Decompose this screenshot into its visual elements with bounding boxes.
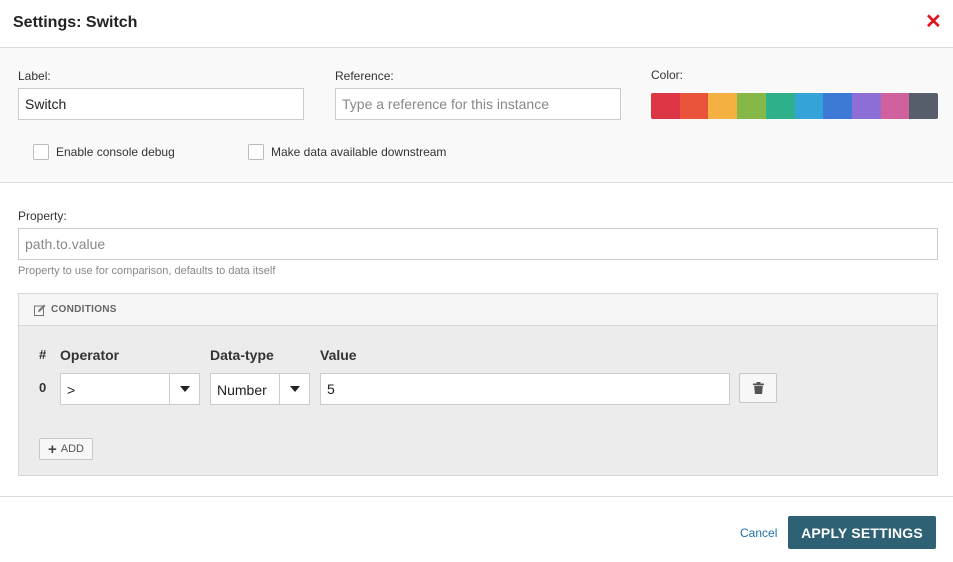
color-swatch-red[interactable] (651, 93, 680, 119)
operator-chevron-down-icon (169, 374, 199, 404)
delete-condition-button[interactable] (739, 373, 777, 403)
condition-row-index: 0 (39, 380, 47, 395)
datatype-select[interactable]: Number (210, 373, 310, 405)
color-swatch-green[interactable] (737, 93, 766, 119)
general-settings: Label: Reference: Color: Enable console … (0, 48, 953, 183)
color-swatch-teal[interactable] (765, 93, 795, 119)
console-debug-option[interactable]: Enable console debug (33, 144, 175, 160)
datatype-value: Number (217, 382, 267, 398)
operator-value: > (67, 382, 76, 398)
dialog-footer: Cancel APPLY SETTINGS (0, 496, 953, 562)
label-caption: Label: (18, 69, 51, 83)
column-operator-header: Operator (60, 347, 120, 363)
property-help-text: Property to use for comparison, defaults… (18, 265, 276, 277)
color-swatch-purple[interactable] (851, 93, 881, 119)
close-icon[interactable]: ✕ (925, 12, 942, 32)
conditions-title: CONDITIONS (51, 304, 117, 315)
reference-input[interactable] (335, 88, 621, 120)
column-value-header: Value (320, 347, 357, 363)
color-swatch-orange[interactable] (708, 93, 738, 119)
apply-settings-button[interactable]: APPLY SETTINGS (788, 516, 936, 549)
datatype-chevron-down-icon (279, 374, 309, 404)
downstream-data-label: Make data available downstream (271, 145, 447, 159)
property-input[interactable] (18, 228, 938, 260)
plus-icon: + (48, 440, 57, 458)
downstream-data-checkbox[interactable] (248, 144, 264, 160)
color-swatch-slate[interactable] (909, 93, 938, 119)
label-input[interactable] (18, 88, 304, 120)
add-condition-button[interactable]: + ADD (39, 438, 93, 460)
console-debug-label: Enable console debug (56, 145, 175, 159)
operator-select[interactable]: > (60, 373, 200, 405)
reference-caption: Reference: (335, 69, 394, 83)
trash-icon (752, 382, 764, 394)
dialog-title: Settings: Switch (13, 14, 138, 31)
downstream-data-option[interactable]: Make data available downstream (248, 144, 446, 160)
cancel-link[interactable]: Cancel (740, 526, 777, 540)
color-swatch-pink[interactable] (880, 93, 910, 119)
color-swatch-orange-red[interactable] (679, 93, 709, 119)
column-datatype-header: Data-type (210, 347, 274, 363)
conditions-panel: CONDITIONS # Operator Data-type Value 0 … (18, 293, 938, 476)
condition-value-input[interactable] (320, 373, 730, 405)
color-swatches (651, 93, 938, 119)
color-swatch-light-blue[interactable] (794, 93, 824, 119)
console-debug-checkbox[interactable] (33, 144, 49, 160)
color-swatch-blue[interactable] (823, 93, 852, 119)
property-caption: Property: (18, 209, 67, 223)
dialog-header: Settings: Switch ✕ (0, 0, 953, 48)
edit-icon (34, 304, 46, 316)
color-caption: Color: (651, 68, 684, 82)
add-condition-label: ADD (60, 443, 84, 455)
conditions-header: CONDITIONS (19, 294, 937, 326)
column-index-header: # (39, 347, 47, 362)
